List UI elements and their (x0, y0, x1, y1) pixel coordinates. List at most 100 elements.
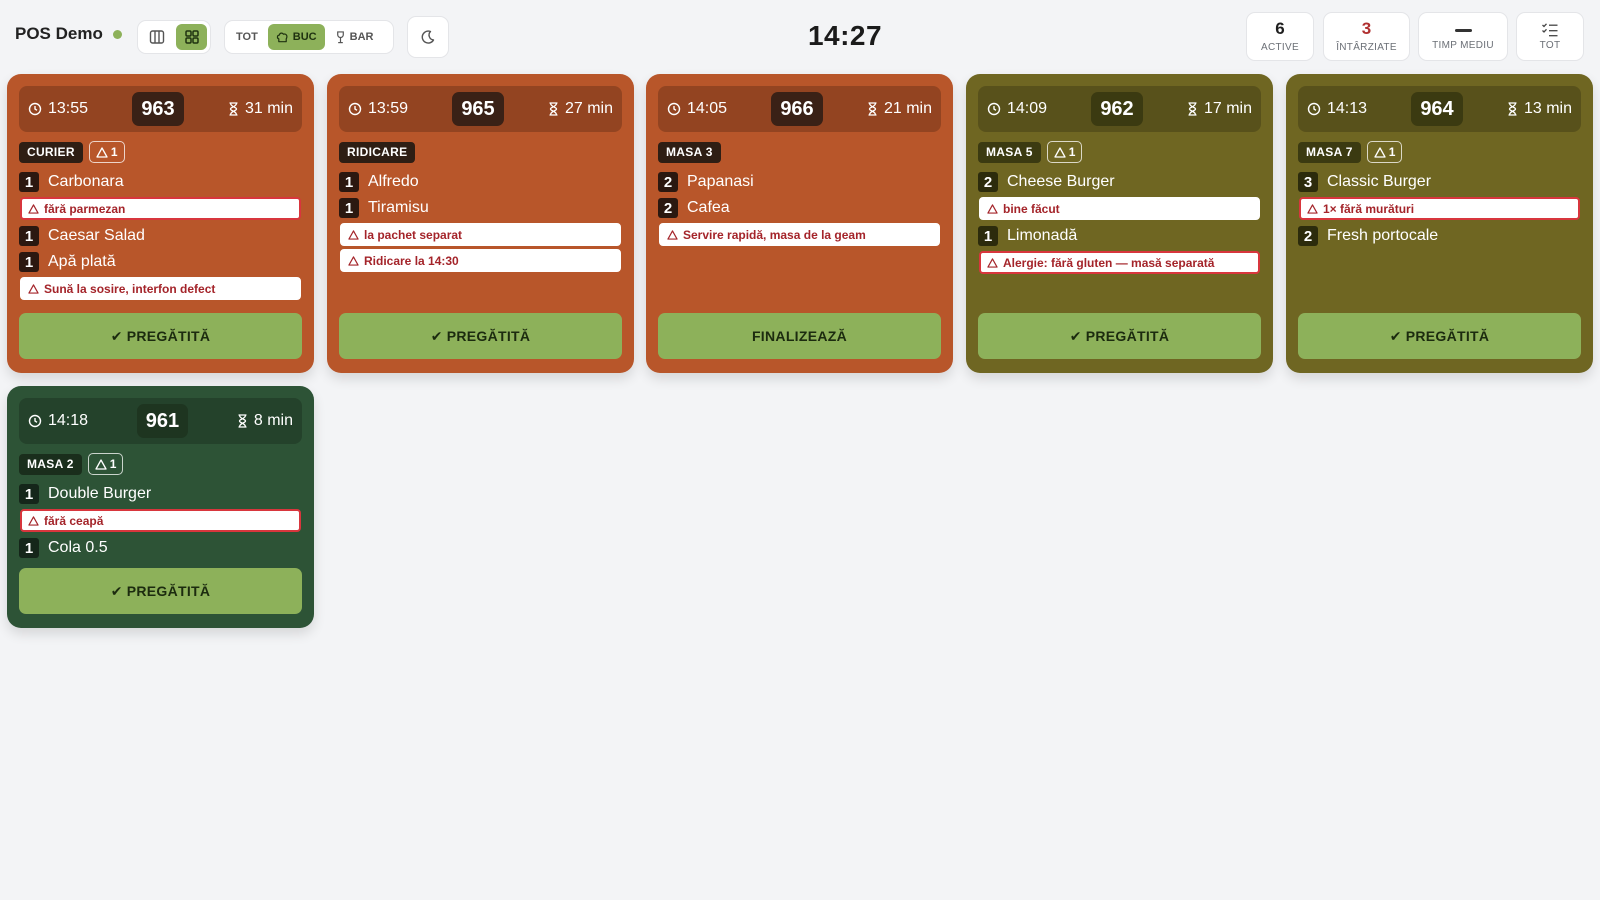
columns-icon (149, 30, 164, 44)
ticket-tags: MASA 5 1 (978, 141, 1261, 163)
ticket-tags: MASA 3 (658, 141, 941, 163)
mark-ready-button[interactable]: ✔ PREGĂTITĂ (19, 313, 302, 359)
check-icon: ✔ (110, 327, 123, 344)
ticket-time: 14:18 (28, 412, 88, 430)
mark-ready-label: PREGĂTITĂ (126, 583, 211, 599)
order-type-tag: MASA 3 (658, 141, 721, 163)
clock-icon (348, 102, 362, 116)
order-item: 1 Carbonara (19, 169, 302, 195)
finalize-button[interactable]: FINALIZEAZĂ (658, 313, 941, 359)
ticket-elapsed: 21 min (867, 100, 932, 118)
grid-view-button[interactable] (176, 24, 207, 50)
columns-view-button[interactable] (141, 24, 172, 50)
order-number: 961 (136, 404, 189, 438)
ticket-items: 2 Papanasi 2 Cafea Servire rapidă, masa … (658, 169, 941, 246)
item-name: Cola 0.5 (48, 539, 108, 556)
ticket-elapsed-value: 31 min (244, 100, 293, 117)
item-name: Cheese Burger (1007, 173, 1115, 190)
order-item: 1 Tiramisu (339, 195, 622, 221)
active-count-stat: 6 ACTIVE (1246, 12, 1314, 61)
view-toggle (137, 20, 211, 54)
item-quantity: 1 (19, 484, 39, 504)
item-name: Apă plată (48, 253, 116, 270)
mark-ready-label: PREGĂTITĂ (126, 328, 211, 344)
order-ticket[interactable]: 14:18 961 8 min MASA 2 1 1 Double Burger… (7, 386, 314, 628)
clock-icon (987, 102, 1001, 116)
item-modifier-text: fără parmezan (44, 201, 126, 216)
mark-ready-button[interactable]: ✔ PREGĂTITĂ (19, 568, 302, 614)
ticket-tags: RIDICARE (339, 141, 622, 163)
ticket-header: 14:09 962 17 min (978, 86, 1261, 132)
station-buc-button[interactable]: BUC (267, 24, 325, 50)
warning-icon (95, 458, 107, 470)
ticket-tags: CURIER 1 (19, 141, 302, 163)
order-ticket[interactable]: 14:09 962 17 min MASA 5 1 2 Cheese Burge… (966, 74, 1273, 373)
item-quantity: 3 (1298, 172, 1318, 192)
warning-icon (96, 146, 108, 158)
order-ticket[interactable]: 14:13 964 13 min MASA 7 1 3 Classic Burg… (1286, 74, 1593, 373)
ticket-elapsed: 31 min (228, 100, 293, 118)
ticket-items: 2 Cheese Burger bine făcut 1 Limonadă Al… (978, 169, 1261, 274)
mark-ready-button[interactable]: ✔ PREGĂTITĂ (339, 313, 622, 359)
ticket-elapsed: 8 min (237, 412, 293, 430)
item-quantity: 1 (19, 172, 39, 192)
ticket-elapsed: 27 min (548, 100, 613, 118)
warning-icon (1374, 146, 1386, 158)
ticket-header: 14:05 966 21 min (658, 86, 941, 132)
average-time-empty-dash (1454, 29, 1472, 32)
finalize-label: FINALIZEAZĂ (751, 328, 848, 344)
warning-icon (987, 257, 998, 268)
order-item: 1 Apă plată (19, 249, 302, 275)
ticket-elapsed-value: 17 min (1203, 100, 1252, 117)
item-modifier-note: bine făcut (979, 197, 1260, 220)
order-type-tag: MASA 2 (19, 453, 82, 475)
item-quantity: 2 (1298, 226, 1318, 246)
ticket-elapsed-value: 8 min (253, 412, 293, 429)
mark-ready-label: PREGĂTITĂ (1085, 328, 1170, 344)
order-ticket[interactable]: 14:05 966 21 min MASA 3 2 Papanasi 2 Caf… (646, 74, 953, 373)
warning-count-badge: 1 (1046, 141, 1083, 163)
hourglass-icon (238, 414, 247, 428)
station-tot-button[interactable]: TOT (228, 24, 266, 50)
current-time: 14:27 (807, 20, 883, 51)
clock-icon (28, 414, 42, 428)
wine-glass-icon (336, 30, 344, 43)
ticket-time-value: 13:55 (48, 100, 89, 117)
checklist-filter-button[interactable]: TOT (1516, 12, 1584, 61)
ticket-elapsed-value: 21 min (883, 100, 932, 117)
item-name: Caesar Salad (48, 227, 145, 244)
late-count-label: ÎNTÂRZIATE (1336, 42, 1397, 53)
ticket-header: 13:59 965 27 min (339, 86, 622, 132)
item-name: Fresh portocale (1327, 227, 1439, 244)
order-item: 1 Cola 0.5 (19, 535, 302, 561)
dark-mode-toggle[interactable] (407, 16, 449, 58)
ticket-time: 14:13 (1307, 100, 1367, 118)
station-bar-button[interactable]: BAR (327, 24, 382, 50)
active-count-value: 6 (1275, 19, 1285, 38)
ticket-items: 1 Carbonara fără parmezan 1 Caesar Salad… (19, 169, 302, 300)
late-count-value: 3 (1361, 19, 1372, 38)
warning-icon (1307, 203, 1318, 214)
order-type-tag: MASA 7 (1298, 141, 1361, 163)
warning-count-badge: 1 (88, 141, 125, 163)
mark-ready-button[interactable]: ✔ PREGĂTITĂ (1298, 313, 1581, 359)
item-modifier-note: 1× fără murături (1299, 197, 1580, 220)
item-name: Cafea (687, 199, 730, 216)
ticket-time: 14:05 (667, 100, 727, 118)
order-ticket[interactable]: 13:59 965 27 min RIDICARE 1 Alfredo 1 Ti… (327, 74, 634, 373)
order-ticket[interactable]: 13:55 963 31 min CURIER 1 1 Carbonara fă… (7, 74, 314, 373)
item-quantity: 2 (978, 172, 998, 192)
clock-icon (28, 102, 42, 116)
item-modifier-text: 1× fără murături (1323, 201, 1415, 216)
order-item: 1 Alfredo (339, 169, 622, 195)
item-name: Papanasi (687, 173, 754, 190)
order-item: 1 Caesar Salad (19, 223, 302, 249)
order-number: 965 (452, 92, 504, 126)
ticket-items: 3 Classic Burger 1× fără murături 2 Fres… (1298, 169, 1581, 249)
mark-ready-button[interactable]: ✔ PREGĂTITĂ (978, 313, 1261, 359)
ticket-header: 13:55 963 31 min (19, 86, 302, 132)
ticket-time-value: 14:05 (687, 100, 728, 117)
order-item: 2 Cheese Burger (978, 169, 1261, 195)
warning-icon (28, 515, 39, 526)
warning-icon (28, 283, 39, 294)
